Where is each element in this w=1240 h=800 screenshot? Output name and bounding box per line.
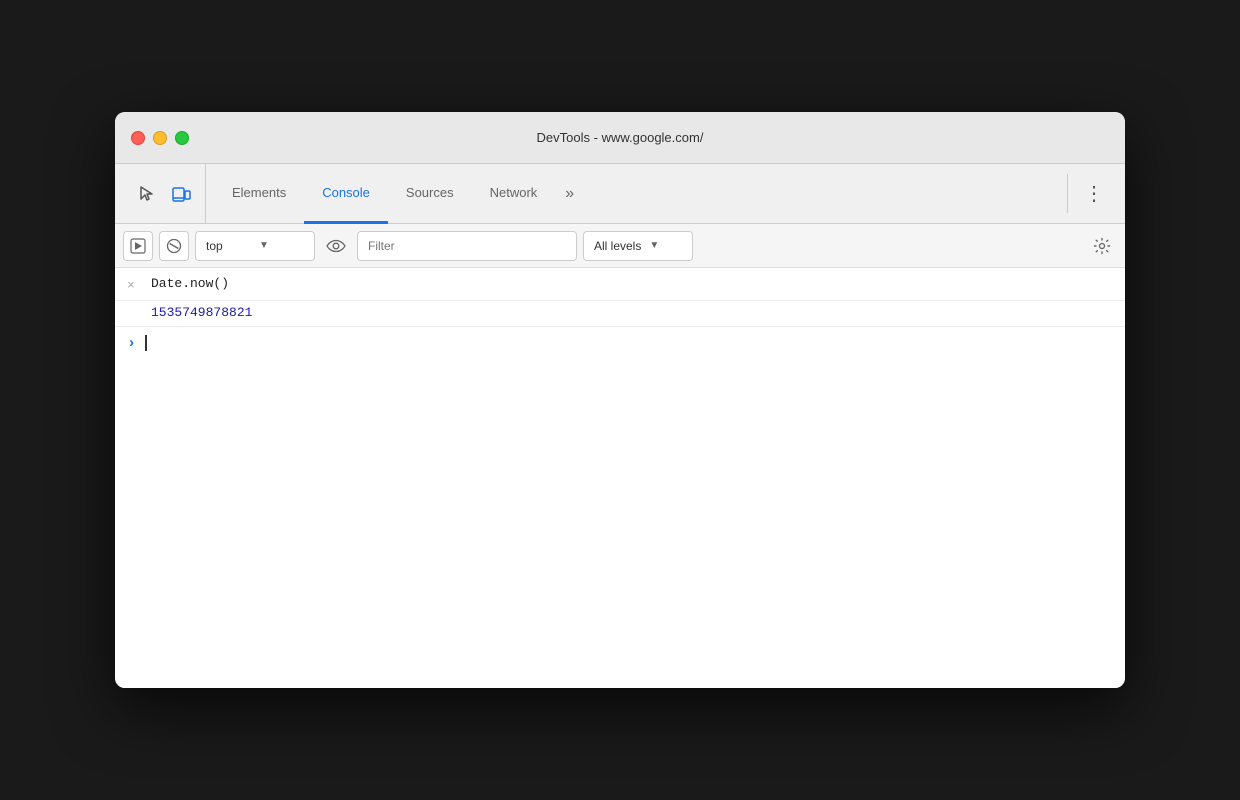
- context-selector[interactable]: top ▼: [195, 231, 315, 261]
- tab-console[interactable]: Console: [304, 164, 388, 224]
- console-prompt-icon: ›: [127, 335, 136, 352]
- settings-button[interactable]: [1087, 231, 1117, 261]
- log-level-selector[interactable]: All levels ▼: [583, 231, 693, 261]
- context-dropdown-arrow: ▼: [259, 240, 304, 251]
- select-element-icon[interactable]: [133, 180, 161, 208]
- tabs-divider: [1067, 174, 1068, 213]
- more-tabs-button[interactable]: »: [555, 164, 584, 223]
- devtools-menu-button[interactable]: ⋮: [1072, 164, 1117, 223]
- toolbar-icons: [123, 164, 206, 223]
- console-input-cursor: [144, 335, 147, 351]
- console-content: × Date.now() 1535749878821 ›: [115, 268, 1125, 688]
- console-entry-result-1: 1535749878821: [115, 301, 1125, 327]
- tab-sources[interactable]: Sources: [388, 164, 472, 224]
- console-entry-1: × Date.now(): [115, 268, 1125, 301]
- console-toolbar: top ▼ All levels ▼: [115, 224, 1125, 268]
- devtools-window: DevTools - www.google.com/ Elements: [115, 112, 1125, 688]
- tabs-spacer: [584, 164, 1063, 223]
- entry-result-value: 1535749878821: [151, 305, 252, 320]
- device-toolbar-icon[interactable]: [167, 180, 195, 208]
- tabs-bar: Elements Console Sources Network » ⋮: [115, 164, 1125, 224]
- clear-log-button[interactable]: [159, 231, 189, 261]
- filter-input[interactable]: [357, 231, 577, 261]
- entry-command-text: Date.now(): [151, 276, 229, 291]
- close-button[interactable]: [131, 131, 145, 145]
- execute-script-button[interactable]: [123, 231, 153, 261]
- eye-watch-button[interactable]: [321, 231, 351, 261]
- window-title: DevTools - www.google.com/: [537, 130, 704, 145]
- maximize-button[interactable]: [175, 131, 189, 145]
- tab-elements[interactable]: Elements: [214, 164, 304, 224]
- level-arrow: ▼: [649, 240, 659, 251]
- minimize-button[interactable]: [153, 131, 167, 145]
- context-value: top: [206, 239, 251, 253]
- level-label: All levels: [594, 239, 641, 253]
- entry-error-icon: ×: [127, 276, 135, 296]
- tab-network[interactable]: Network: [472, 164, 556, 224]
- traffic-lights: [131, 131, 189, 145]
- titlebar: DevTools - www.google.com/: [115, 112, 1125, 164]
- console-input-row[interactable]: ›: [115, 327, 1125, 360]
